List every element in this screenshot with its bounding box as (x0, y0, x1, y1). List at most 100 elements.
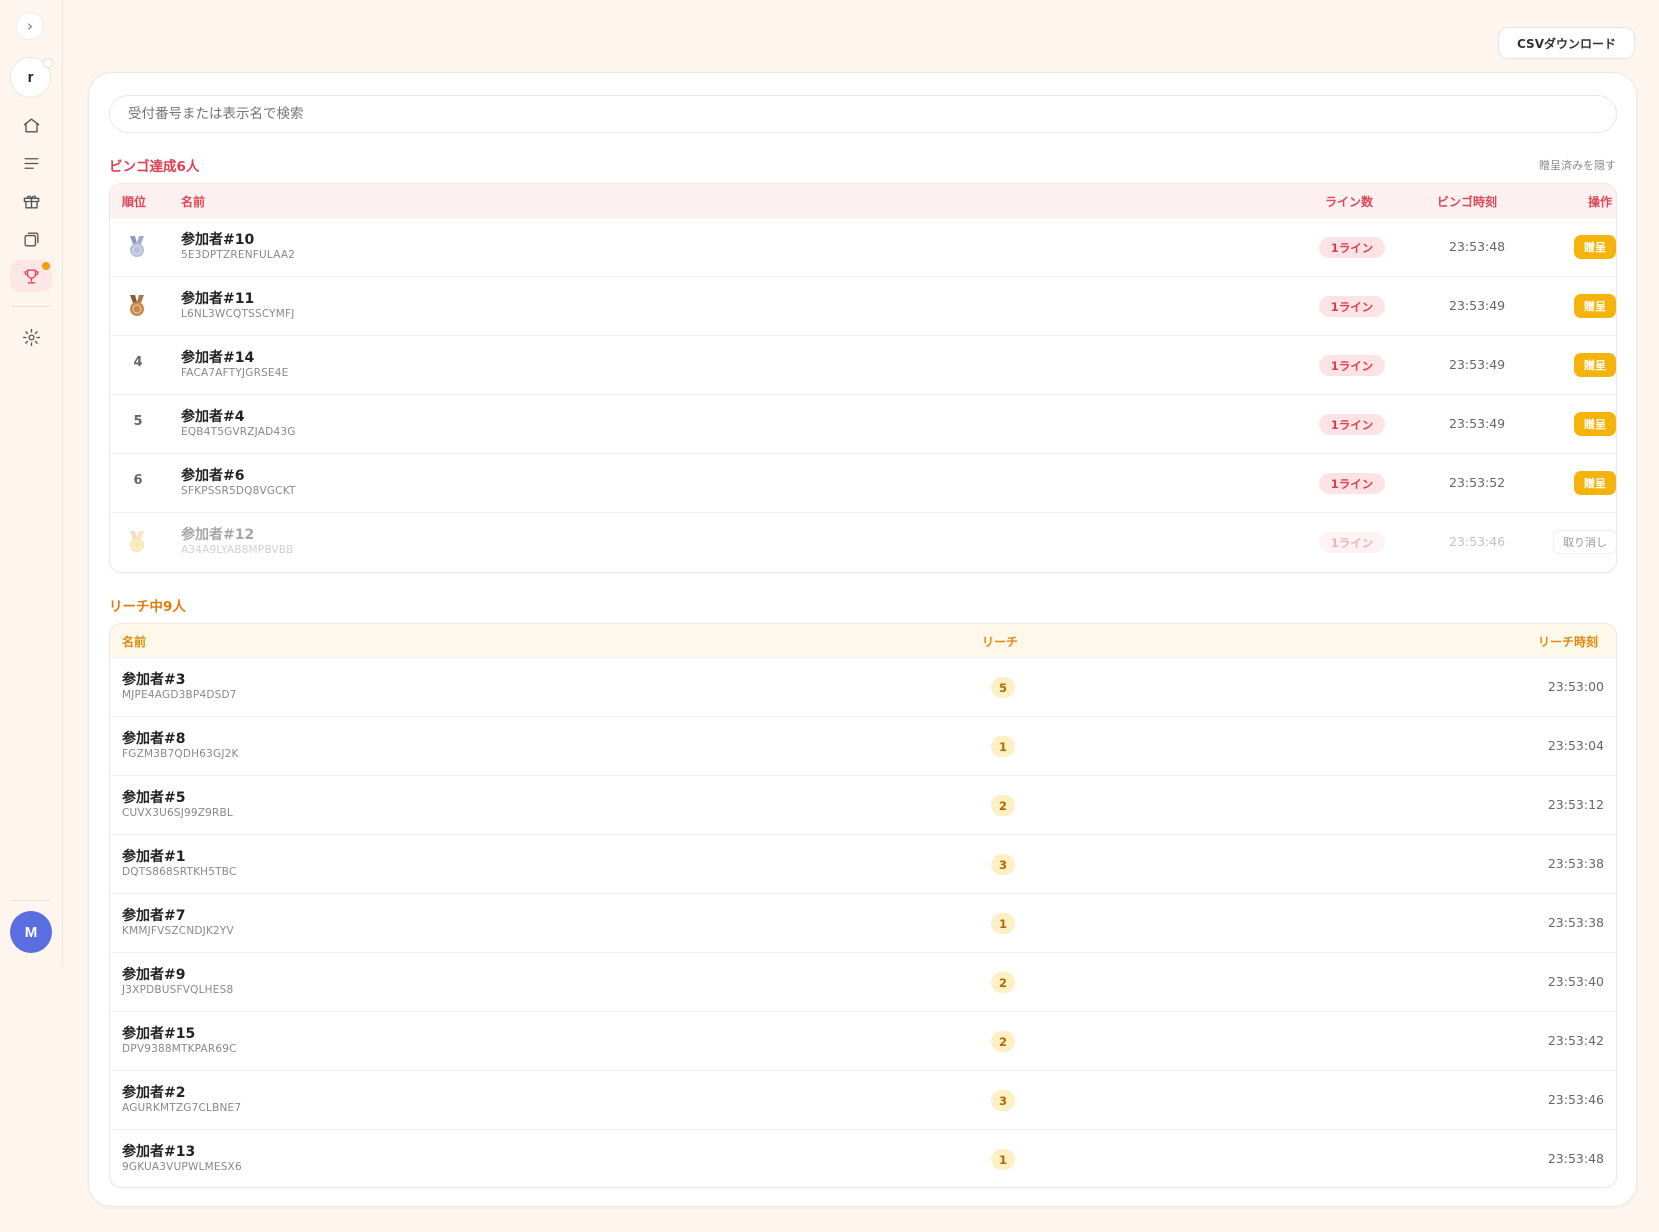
participant-code: KMMJFVSZCNDJK2YV (122, 925, 234, 937)
participant-code: FGZM3B7QDH63GJ2K (122, 748, 239, 760)
bingo-time: 23:53:46 (1449, 534, 1506, 549)
table-row: 参加者#15 DPV9388MTKPAR69C 2 23:53:42 (110, 1011, 1616, 1070)
sidebar-item-list[interactable] (10, 147, 52, 179)
line-count-badge: 1ライン (1319, 414, 1385, 435)
header-name: 名前 (181, 195, 206, 209)
reach-count-badge: 2 (991, 972, 1015, 993)
table-row: 参加者#5 CUVX3U6SJ99Z9RBL 2 23:53:12 (110, 775, 1616, 834)
sidebar-item-settings[interactable] (10, 321, 52, 353)
header-name: 名前 (122, 635, 147, 649)
rank-number: 5 (133, 414, 143, 429)
user-avatar[interactable]: M (10, 911, 52, 953)
reach-time: 23:53:48 (1547, 1151, 1604, 1166)
search-input[interactable] (109, 95, 1617, 133)
participant-code: J3XPDBUSFVQLHES8 (122, 984, 234, 996)
participant-name: 参加者#11 (181, 291, 255, 307)
table-row: 参加者#7 KMMJFVSZCNDJK2YV 1 23:53:38 (110, 893, 1616, 952)
line-count-badge: 1ライン (1319, 473, 1385, 494)
header-reach: リーチ (982, 635, 1019, 649)
chevron-right-icon: › (27, 17, 33, 35)
table-row: 参加者#10 5E3DPTZRENFULAA2 1ライン 23:53:48 贈呈 (110, 217, 1616, 276)
reach-table: 名前 リーチ リーチ時刻 参加者#3 MJPE4AGD3BP4DSD7 5 23:53… (109, 623, 1617, 1188)
give-prize-button[interactable]: 贈呈 (1574, 353, 1616, 377)
table-row: 参加者#2 AGURKMTZG7CLBNE7 3 23:53:46 (110, 1070, 1616, 1129)
reach-time: 23:53:12 (1547, 797, 1604, 812)
header-action: 操作 (1588, 195, 1613, 209)
gift-icon (23, 195, 39, 209)
participant-code: A34A9LYAB8MPBVBB (181, 544, 294, 556)
sidebar-divider (12, 900, 50, 901)
sidebar: › r M (0, 0, 63, 966)
participant-name: 参加者#6 (181, 468, 245, 484)
bingo-time: 23:53:48 (1449, 239, 1506, 254)
bingo-time: 23:53:49 (1449, 298, 1506, 313)
participant-code: DPV9388MTKPAR69C (122, 1043, 237, 1055)
participant-name: 参加者#12 (181, 527, 255, 543)
reach-time: 23:53:00 (1547, 679, 1604, 694)
reach-time: 23:53:04 (1547, 738, 1604, 753)
reach-section-title: リーチ中9人 (109, 599, 186, 615)
table-row: 参加者#11 L6NL3WCQTSSCYMFJ 1ライン 23:53:49 贈呈 (110, 276, 1616, 335)
participant-code: CUVX3U6SJ99Z9RBL (122, 807, 233, 819)
table-row: 5 参加者#4 EQB4T5GVRZJAD43G 1ライン 23:53:49 贈呈 (110, 394, 1616, 453)
participant-name: 参加者#9 (122, 967, 186, 983)
bingo-table-header: 順位 名前 ライン数 ビンゴ時刻 操作 (110, 184, 1616, 217)
line-count-badge: 1ライン (1319, 355, 1385, 376)
table-row: 参加者#9 J3XPDBUSFVQLHES8 2 23:53:40 (110, 952, 1616, 1011)
table-row: 6 参加者#6 SFKPSSR5DQ8VGCKT 1ライン 23:53:52 贈呈 (110, 453, 1616, 512)
reach-time: 23:53:42 (1547, 1033, 1604, 1048)
reach-count-badge: 3 (991, 1090, 1015, 1111)
reach-count-badge: 2 (991, 795, 1015, 816)
participant-code: EQB4T5GVRZJAD43G (181, 426, 296, 438)
hide-given-toggle[interactable]: 贈呈済みを隠す (1539, 157, 1616, 173)
reach-count-badge: 1 (991, 1149, 1015, 1170)
sidebar-item-cards[interactable] (10, 223, 52, 255)
participant-name: 参加者#13 (122, 1144, 196, 1160)
sidebar-item-home[interactable] (10, 109, 52, 141)
user-initial: M (24, 923, 38, 941)
workspace-initial: r (27, 69, 34, 86)
cancel-gift-button[interactable]: 取り消し (1553, 530, 1616, 554)
reach-count-badge: 2 (991, 1031, 1015, 1052)
sidebar-divider (12, 306, 50, 307)
give-prize-button[interactable]: 贈呈 (1574, 412, 1616, 436)
give-prize-button[interactable]: 贈呈 (1574, 294, 1616, 318)
reach-count-badge: 3 (991, 854, 1015, 875)
sidebar-toggle-button[interactable]: › (16, 12, 44, 40)
header-bingo-time: ビンゴ時刻 (1437, 195, 1498, 209)
reach-table-header: 名前 リーチ リーチ時刻 (110, 624, 1616, 657)
participant-name: 参加者#14 (181, 350, 255, 366)
sidebar-item-prizes[interactable] (10, 185, 52, 217)
table-row: 参加者#12 A34A9LYAB8MPBVBB 1ライン 23:53:46 取り消し (110, 512, 1616, 571)
participant-code: 9GKUA3VUPWLMESX6 (122, 1161, 242, 1173)
csv-download-button[interactable]: CSVダウンロード (1498, 27, 1635, 59)
gear-icon (22, 328, 40, 346)
bingo-section-title: ビンゴ達成6人 (109, 159, 200, 175)
reach-time: 23:53:38 (1547, 915, 1604, 930)
bingo-time: 23:53:49 (1449, 357, 1506, 372)
home-icon (23, 117, 39, 133)
participant-name: 参加者#1 (122, 849, 186, 865)
participant-code: DQTS868SRTKH5TBC (122, 866, 237, 878)
participant-name: 参加者#5 (122, 790, 186, 806)
reach-time: 23:53:40 (1547, 974, 1604, 989)
workspace-status-dot (43, 58, 53, 68)
give-prize-button[interactable]: 贈呈 (1574, 471, 1616, 495)
header-rank: 順位 (122, 195, 147, 209)
participant-name: 参加者#10 (181, 232, 255, 248)
give-prize-button[interactable]: 贈呈 (1574, 235, 1616, 259)
reach-count-badge: 1 (991, 736, 1015, 757)
participant-code: AGURKMTZG7CLBNE7 (122, 1102, 242, 1114)
header-lines: ライン数 (1325, 195, 1374, 209)
table-row: 参加者#13 9GKUA3VUPWLMESX6 1 23:53:48 (110, 1129, 1616, 1187)
bingo-table: 順位 名前 ライン数 ビンゴ時刻 操作 参加者#10 5E3DPTZRENFULA… (109, 183, 1617, 573)
trophy-icon (23, 268, 39, 284)
participant-name: 参加者#15 (122, 1026, 196, 1042)
silver-medal-icon (127, 235, 147, 259)
table-row: 4 参加者#14 FACA7AFTYJGRSE4E 1ライン 23:53:49 贈呈 (110, 335, 1616, 394)
header-reach-time: リーチ時刻 (1538, 635, 1599, 649)
reach-count-badge: 1 (991, 913, 1015, 934)
line-count-badge: 1ライン (1319, 532, 1385, 553)
bingo-time: 23:53:52 (1449, 475, 1506, 490)
participant-code: L6NL3WCQTSSCYMFJ (181, 308, 295, 320)
